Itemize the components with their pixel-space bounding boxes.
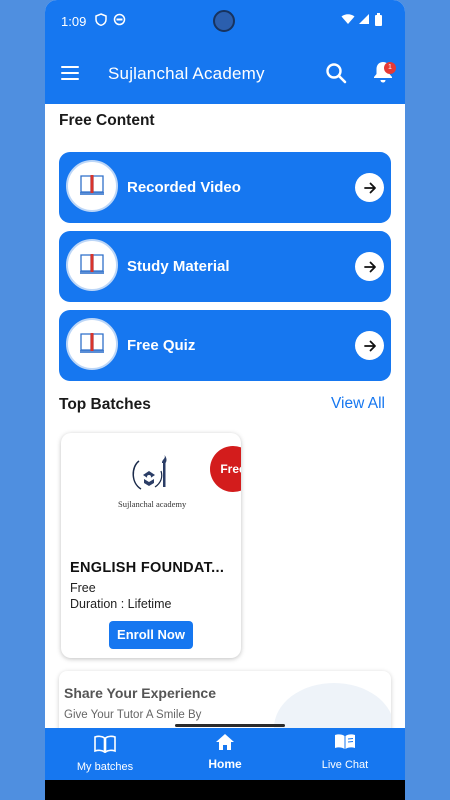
book-icon xyxy=(66,160,118,212)
decorative-blob xyxy=(274,683,391,728)
status-time: 1:09 xyxy=(61,14,87,29)
nav-label: Live Chat xyxy=(321,759,369,771)
top-batches-title: Top Batches xyxy=(59,396,151,413)
book-icon xyxy=(66,239,118,291)
phone-screen: 1:09 Sujlanchal Academy 1 Free Content R… xyxy=(45,0,405,800)
nav-live-chat[interactable]: Live Chat xyxy=(285,728,405,780)
menu-icon[interactable] xyxy=(61,66,79,80)
book-icon xyxy=(66,318,118,370)
bottom-navigation: My batches Home Live Chat xyxy=(45,728,405,780)
shield-status-icon xyxy=(95,13,107,26)
chat-book-icon xyxy=(335,734,355,749)
card-label: Free Quiz xyxy=(127,337,196,354)
gesture-indicator xyxy=(175,724,285,727)
recorded-video-card[interactable]: Recorded Video xyxy=(59,152,391,223)
study-material-card[interactable]: Study Material xyxy=(59,231,391,302)
status-bar: 1:09 xyxy=(45,0,405,40)
card-label: Recorded Video xyxy=(127,179,241,196)
main-content: Free Content Recorded Video Study Materi… xyxy=(45,104,405,728)
free-quiz-card[interactable]: Free Quiz xyxy=(59,310,391,381)
academy-logo-text: Sujlanchal academy xyxy=(118,499,187,509)
front-camera xyxy=(213,10,235,32)
arrow-right-icon[interactable] xyxy=(355,252,384,281)
enroll-now-button[interactable]: Enroll Now xyxy=(109,621,193,649)
academy-logo-icon xyxy=(132,455,167,490)
batch-price: Free xyxy=(70,581,96,595)
signal-icon xyxy=(359,14,369,24)
nav-label: My batches xyxy=(76,761,134,773)
nav-my-batches[interactable]: My batches xyxy=(45,728,165,780)
wifi-icon xyxy=(341,14,355,24)
free-content-title: Free Content xyxy=(59,112,155,129)
batch-title: ENGLISH FOUNDAT... xyxy=(70,560,225,576)
home-icon xyxy=(216,734,234,750)
notification-badge: 1 xyxy=(384,62,396,74)
battery-icon xyxy=(375,13,382,26)
card-label: Study Material xyxy=(127,258,230,275)
batch-card[interactable]: Sujlanchal academy Free ENGLISH FOUNDAT.… xyxy=(61,433,241,658)
app-bar: Sujlanchal Academy 1 xyxy=(45,40,405,104)
system-navigation-bar xyxy=(45,780,405,800)
share-subtitle: Give Your Tutor A Smile By xyxy=(64,709,202,721)
free-badge: Free xyxy=(210,446,241,492)
book-open-icon xyxy=(94,735,116,753)
nav-label: Home xyxy=(208,757,242,771)
data-saver-status-icon xyxy=(113,13,126,26)
app-title: Sujlanchal Academy xyxy=(108,64,265,83)
search-icon[interactable] xyxy=(325,62,347,84)
nav-home[interactable]: Home xyxy=(165,728,285,780)
share-title: Share Your Experience xyxy=(64,685,216,701)
view-all-link[interactable]: View All xyxy=(331,395,385,413)
share-experience-card[interactable]: Share Your Experience Give Your Tutor A … xyxy=(59,671,391,728)
arrow-right-icon[interactable] xyxy=(355,331,384,360)
batch-duration: Duration : Lifetime xyxy=(70,597,172,611)
arrow-right-icon[interactable] xyxy=(355,173,384,202)
